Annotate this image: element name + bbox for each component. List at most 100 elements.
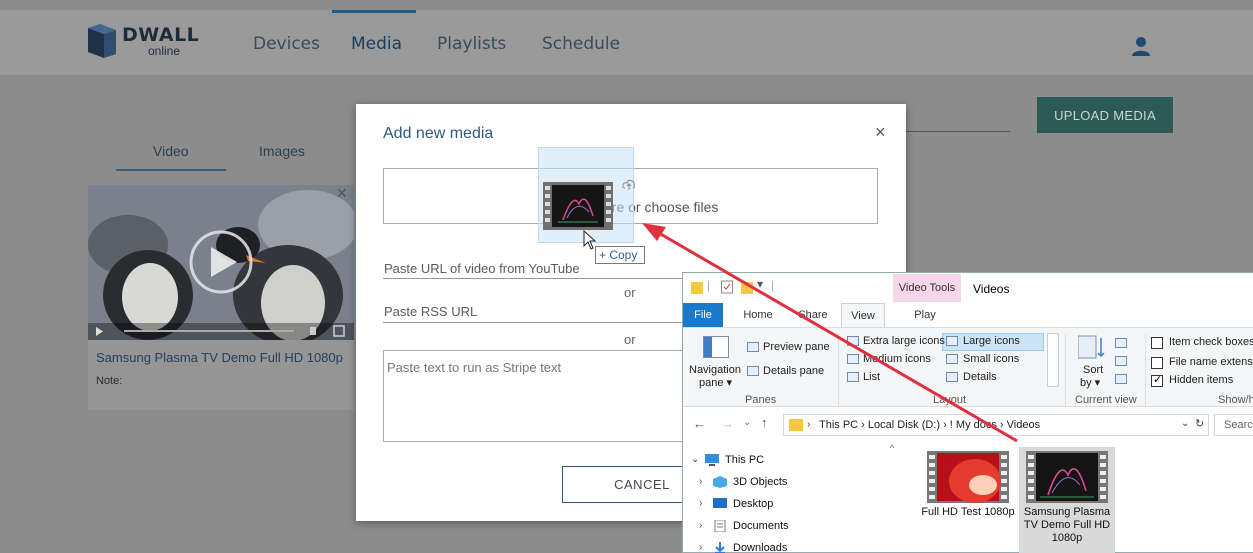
layout-scrollbar[interactable] bbox=[1047, 333, 1059, 387]
size-columns-icon[interactable] bbox=[1115, 374, 1127, 384]
search-input[interactable]: Searc bbox=[1224, 419, 1253, 431]
quick-access-toolbar: | ▾ | Video Tools Videos bbox=[683, 273, 1253, 303]
up-icon[interactable]: ↑ bbox=[761, 415, 768, 430]
tab-view[interactable]: View bbox=[841, 303, 885, 327]
item-check-boxes-label: Item check boxes bbox=[1169, 336, 1253, 348]
hidden-items-checkbox[interactable] bbox=[1151, 373, 1163, 387]
new-folder-icon[interactable] bbox=[741, 280, 753, 294]
tree-item-desktop[interactable]: Desktop bbox=[733, 498, 773, 510]
top-navbar: DWALL online Devices Media Playlists Sch… bbox=[0, 10, 1253, 76]
small-icons-option[interactable]: Small icons bbox=[963, 353, 1019, 365]
list-icon bbox=[847, 372, 859, 382]
drag-ghost bbox=[538, 147, 634, 243]
nav-active-indicator bbox=[332, 10, 416, 13]
ribbon-separator bbox=[838, 334, 839, 406]
nav-schedule[interactable]: Schedule bbox=[542, 34, 620, 54]
dwall-logo[interactable]: DWALL online bbox=[88, 24, 200, 64]
forward-icon[interactable]: → bbox=[721, 416, 734, 431]
medium-icons-icon bbox=[847, 354, 859, 364]
layout-group-label: Layout bbox=[933, 394, 967, 406]
navigation-pane-button[interactable]: Navigation bbox=[689, 364, 741, 376]
nav-devices[interactable]: Devices bbox=[253, 34, 320, 54]
logo-subtitle: online bbox=[148, 44, 181, 58]
tree-item-downloads[interactable]: Downloads bbox=[733, 542, 787, 553]
tree-item-3d-objects[interactable]: 3D Objects bbox=[733, 476, 787, 488]
navigation-pane: ⌄ This PC › 3D Objects › Desktop › Docum… bbox=[683, 443, 893, 553]
item-check-boxes-checkbox[interactable] bbox=[1151, 337, 1163, 349]
close-icon[interactable]: × bbox=[875, 122, 886, 143]
folder-icon[interactable] bbox=[691, 280, 703, 294]
preview-pane-button[interactable]: Preview pane bbox=[763, 341, 830, 353]
video-tools-context-tab[interactable]: Video Tools bbox=[893, 274, 961, 302]
chevron-right-icon[interactable]: › bbox=[699, 520, 702, 531]
chevron-down-icon[interactable]: ⌄ bbox=[691, 454, 699, 465]
media-card-title[interactable]: Samsung Plasma TV Demo Full HD 1080p bbox=[96, 350, 343, 365]
scroll-up-icon[interactable]: ^ bbox=[890, 443, 902, 455]
or-separator: or bbox=[624, 332, 636, 347]
properties-icon[interactable] bbox=[721, 280, 733, 294]
show-hide-group-label: Show/h bbox=[1218, 394, 1253, 406]
qat-dropdown-icon[interactable]: ▾ bbox=[757, 277, 763, 291]
details-pane-icon bbox=[747, 366, 759, 376]
list-option[interactable]: List bbox=[863, 371, 880, 383]
ribbon-separator bbox=[1065, 334, 1066, 406]
chevron-right-icon[interactable]: › bbox=[699, 476, 702, 487]
chevron-down-icon[interactable]: ⌄ bbox=[1181, 418, 1189, 429]
sort-by-icon bbox=[1078, 335, 1105, 359]
medium-icons-option[interactable]: Medium icons bbox=[863, 353, 931, 365]
video-file-icon bbox=[543, 182, 613, 230]
extra-large-icons-option[interactable]: Extra large icons bbox=[863, 335, 945, 347]
details-pane-button[interactable]: Details pane bbox=[763, 365, 824, 377]
details-icon bbox=[946, 372, 958, 382]
refresh-icon[interactable]: ↻ bbox=[1195, 417, 1204, 430]
chevron-right-icon: › bbox=[807, 419, 811, 430]
card-close-icon[interactable]: ✕ bbox=[336, 185, 348, 202]
tab-home[interactable]: Home bbox=[738, 303, 778, 327]
video-file-icon bbox=[927, 451, 1009, 503]
folder-icon bbox=[789, 419, 803, 431]
sort-by-button[interactable]: Sort bbox=[1083, 364, 1103, 376]
tab-video[interactable]: Video bbox=[153, 143, 189, 159]
file-name-extensions-checkbox[interactable] bbox=[1151, 357, 1163, 369]
tree-item-documents[interactable]: Documents bbox=[733, 520, 789, 532]
back-icon[interactable]: ← bbox=[693, 416, 706, 431]
file-name: Full HD Test 1080p bbox=[921, 506, 1015, 518]
dialog-title: Add new media bbox=[383, 125, 494, 142]
qat-separator: | bbox=[707, 280, 710, 292]
hidden-items-label: Hidden items bbox=[1169, 374, 1234, 386]
group-by-icon[interactable] bbox=[1115, 338, 1127, 348]
chevron-right-icon[interactable]: › bbox=[699, 498, 702, 509]
cloud-upload-icon bbox=[622, 179, 635, 190]
large-icons-option[interactable]: Large icons bbox=[963, 335, 1020, 347]
file-item[interactable]: Full HD Test 1080p bbox=[920, 447, 1016, 553]
youtube-url-input[interactable]: Paste URL of video from YouTube bbox=[384, 261, 580, 276]
chevron-right-icon[interactable]: › bbox=[699, 542, 702, 553]
tab-active-indicator bbox=[116, 169, 226, 171]
nav-media[interactable]: Media bbox=[351, 34, 402, 54]
media-card-note: Note: bbox=[96, 375, 123, 387]
logo-brand: DWALL bbox=[122, 24, 200, 46]
documents-icon bbox=[714, 520, 726, 532]
details-option[interactable]: Details bbox=[963, 371, 997, 383]
upload-media-button[interactable]: UPLOAD MEDIA bbox=[1037, 97, 1173, 133]
tree-item-this-pc[interactable]: This PC bbox=[725, 454, 764, 466]
user-icon[interactable] bbox=[1130, 35, 1152, 57]
current-view-group-label: Current view bbox=[1075, 394, 1137, 406]
media-card[interactable]: ✕ Samsung Plasma TV Demo Full HD 1080p N… bbox=[88, 185, 354, 410]
rss-url-input[interactable]: Paste RSS URL bbox=[384, 304, 477, 319]
search-input-underline[interactable] bbox=[905, 131, 1010, 132]
nav-playlists[interactable]: Playlists bbox=[437, 34, 506, 54]
large-icons-icon bbox=[946, 336, 958, 346]
file-name: Samsung Plasma TV Demo Full HD 1080p bbox=[1023, 506, 1111, 544]
copy-badge: + Copy bbox=[595, 246, 645, 264]
file-item-selected[interactable]: Samsung Plasma TV Demo Full HD 1080p bbox=[1019, 447, 1115, 553]
tab-play[interactable]: Play bbox=[905, 303, 945, 327]
add-columns-icon[interactable] bbox=[1115, 356, 1127, 366]
recent-locations-icon[interactable]: ⌄ bbox=[743, 417, 751, 428]
tab-share[interactable]: Share bbox=[793, 303, 833, 327]
tab-file[interactable]: File bbox=[683, 303, 723, 327]
tab-images[interactable]: Images bbox=[259, 143, 305, 159]
ribbon: Navigation pane ▾ Preview pane Details p… bbox=[683, 327, 1253, 407]
video-thumbnail[interactable] bbox=[88, 185, 354, 340]
qat-separator: | bbox=[771, 280, 774, 292]
